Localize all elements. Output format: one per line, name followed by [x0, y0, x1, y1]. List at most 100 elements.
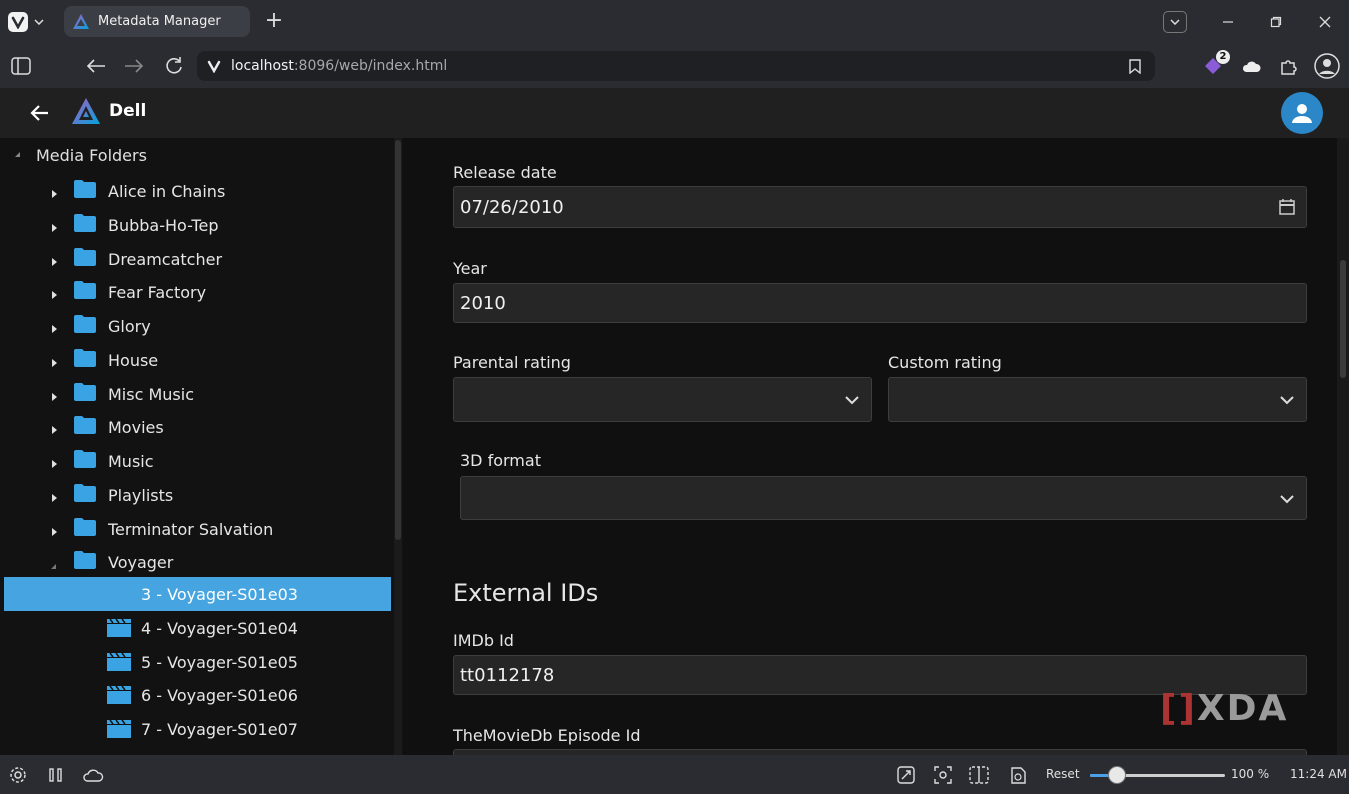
main-scrollbar-thumb[interactable]	[1340, 260, 1346, 378]
caret-right-icon[interactable]	[50, 388, 58, 401]
tree-folder-item[interactable]: Music	[0, 445, 391, 478]
vivaldi-menu-button[interactable]	[8, 9, 46, 35]
tree-folder-item[interactable]: Dreamcatcher	[0, 243, 391, 276]
fullscreen-button[interactable]	[895, 764, 917, 786]
main-scrollbar[interactable]	[1337, 138, 1349, 755]
tree-episode-item[interactable]: 4 - Voyager-S01e04	[4, 611, 391, 645]
chevron-down-icon	[1280, 396, 1294, 405]
panel-toggle-button[interactable]	[9, 54, 33, 78]
folder-icon	[74, 180, 96, 198]
close-window-button[interactable]	[1313, 10, 1337, 34]
tmdb-episode-id-label: TheMovieDb Episode Id	[453, 726, 641, 745]
zoom-slider-thumb[interactable]	[1108, 766, 1126, 784]
restore-button[interactable]	[1264, 10, 1288, 34]
calendar-icon[interactable]	[1278, 198, 1296, 216]
folder-icon	[74, 281, 96, 300]
caret-right-icon[interactable]	[50, 185, 58, 198]
caret-right-icon[interactable]	[50, 489, 58, 502]
sidebar-scrollbar-thumb[interactable]	[395, 140, 401, 540]
split-view-icon	[969, 766, 989, 784]
tree-episode-label: 6 - Voyager-S01e06	[141, 686, 298, 706]
capture-button[interactable]	[932, 764, 954, 786]
tab-title: Metadata Manager	[98, 14, 221, 29]
3d-format-select[interactable]	[460, 476, 1307, 520]
imdb-id-value: tt0112178	[460, 664, 555, 686]
forward-button[interactable]	[122, 54, 146, 78]
tree-folder-item[interactable]: Terminator Salvation	[0, 513, 391, 546]
sidebar-scrollbar[interactable]	[394, 138, 402, 755]
tree-folder-item[interactable]: Playlists	[0, 479, 391, 512]
caret-right-icon[interactable]	[50, 354, 58, 367]
minimize-button[interactable]	[1216, 10, 1240, 34]
tree-folder-item[interactable]: Glory	[0, 310, 391, 343]
folder-icon	[74, 382, 96, 401]
tree-folder-item[interactable]: Bubba-Ho-Tep	[0, 209, 391, 242]
extension-button[interactable]: 2	[1200, 50, 1230, 79]
caret-right-icon[interactable]	[50, 455, 58, 468]
tree-episode-label: 3 - Voyager-S01e03	[141, 585, 298, 604]
year-field[interactable]: 2010	[453, 283, 1307, 323]
folder-icon	[74, 483, 96, 502]
tree-folder-item[interactable]: Misc Music	[0, 378, 391, 411]
profile-button[interactable]	[1314, 53, 1340, 79]
caret-right-icon[interactable]	[50, 320, 58, 333]
tree-episode-item-selected[interactable]: 3 - Voyager-S01e03	[4, 577, 391, 611]
cloud-sync-button[interactable]	[1238, 53, 1264, 79]
release-date-label: Release date	[453, 163, 557, 182]
zoom-reset-button[interactable]: Reset	[1046, 767, 1080, 781]
parental-rating-select[interactable]	[453, 377, 872, 422]
browser-status-bar: Reset 100 % 11:24 AM	[0, 755, 1349, 794]
tree-folder-item[interactable]: House	[0, 344, 391, 377]
cloud-icon	[1242, 61, 1261, 72]
tree-folder-item[interactable]: Alice in Chains	[0, 175, 391, 208]
caret-right-icon[interactable]	[50, 421, 58, 435]
custom-rating-select[interactable]	[888, 377, 1307, 422]
custom-rating-label: Custom rating	[888, 353, 1002, 372]
user-avatar-button[interactable]	[1281, 92, 1323, 134]
puzzle-icon	[1281, 60, 1297, 75]
xda-watermark-bracket: []	[1160, 688, 1197, 729]
browser-address-bar: localhost:8096/web/index.html 2	[0, 44, 1349, 88]
tree-folder-item[interactable]: Movies	[0, 411, 391, 444]
settings-button[interactable]	[7, 764, 29, 786]
tree-episode-label: 5 - Voyager-S01e05	[141, 652, 298, 672]
tree-root[interactable]: Media Folders	[14, 144, 147, 166]
page-tiling-button[interactable]	[968, 764, 990, 786]
reload-icon	[166, 57, 182, 74]
caret-right-icon[interactable]	[50, 219, 58, 232]
bookmark-icon[interactable]	[1129, 59, 1141, 74]
url-host: localhost	[231, 58, 294, 74]
tiling-button[interactable]	[45, 764, 67, 786]
release-date-field[interactable]: 07/26/2010	[453, 186, 1307, 228]
sync-status-button[interactable]	[82, 764, 104, 786]
url-field[interactable]: localhost:8096/web/index.html	[197, 51, 1155, 81]
active-tab[interactable]: Metadata Manager	[64, 6, 250, 37]
folder-icon	[74, 348, 96, 367]
tree-folder-label: Fear Factory	[108, 283, 207, 303]
3d-format-label: 3D format	[460, 451, 541, 470]
video-clapper-icon	[107, 685, 131, 705]
new-tab-button[interactable]: +	[262, 10, 286, 34]
tree-episode-item[interactable]: 5 - Voyager-S01e05	[4, 645, 391, 679]
caret-right-icon[interactable]	[50, 523, 58, 536]
tree-folder-item[interactable]: Fear Factory	[0, 276, 391, 309]
page-actions-button[interactable]	[1007, 764, 1029, 786]
tab-list-button[interactable]	[1163, 11, 1187, 33]
back-button[interactable]	[84, 54, 108, 78]
browser-tab-bar: Metadata Manager +	[0, 0, 1349, 44]
reload-button[interactable]	[162, 54, 186, 78]
url-path: :8096/web/index.html	[293, 58, 448, 74]
tree-folder-label: Terminator Salvation	[108, 519, 274, 539]
caret-expanded-icon[interactable]	[50, 556, 58, 570]
parental-rating-label: Parental rating	[453, 353, 571, 372]
url-text: localhost:8096/web/index.html	[231, 58, 447, 74]
profile-icon	[1314, 53, 1340, 79]
tree-episode-item[interactable]: 7 - Voyager-S01e07	[4, 712, 391, 746]
tree-folder-item[interactable]: Voyager	[0, 546, 391, 579]
caret-right-icon[interactable]	[50, 286, 58, 300]
extensions-button[interactable]	[1276, 53, 1302, 79]
caret-right-icon[interactable]	[50, 253, 58, 266]
year-label: Year	[453, 259, 487, 278]
app-back-button[interactable]	[28, 101, 52, 125]
tree-episode-item[interactable]: 6 - Voyager-S01e06	[4, 678, 391, 712]
